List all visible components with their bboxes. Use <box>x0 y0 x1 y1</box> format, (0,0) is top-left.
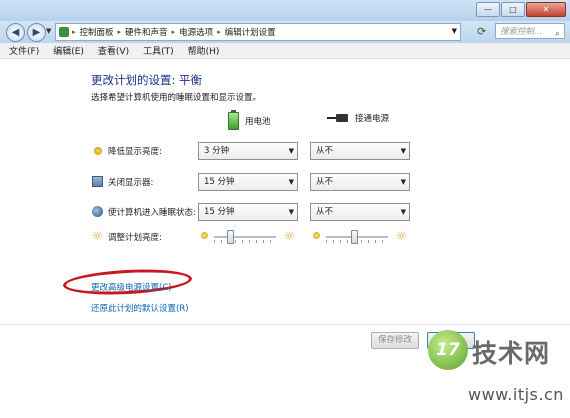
address-bar[interactable]: ▸ 控制面板 ▸ 硬件和声音 ▸ 电源选项 ▸ 编辑计划设置 ▼ <box>55 23 461 41</box>
turn-off-display-battery-select[interactable]: 15 分钟 ▼ <box>198 173 298 191</box>
search-icon[interactable]: ⌕ <box>555 26 560 42</box>
watermark-logo: 17 <box>428 330 468 370</box>
column-battery-label: 用电池 <box>245 117 271 127</box>
column-battery: 用电池 <box>228 110 271 130</box>
monitor-icon <box>92 176 103 187</box>
refresh-button[interactable]: ⟳ <box>477 25 486 38</box>
menu-edit[interactable]: 编辑(E) <box>53 44 84 57</box>
watermark-url: www.itjs.cn <box>468 385 564 404</box>
chevron-down-icon: ▼ <box>400 147 406 155</box>
sleep-plugged-select[interactable]: 从不 ▼ <box>310 203 410 221</box>
select-value: 3 分钟 <box>204 146 230 156</box>
close-button[interactable]: ✕ <box>526 2 566 17</box>
breadcrumb-power-options[interactable]: 电源选项 <box>175 26 217 38</box>
title-bar: — □ ✕ <box>0 0 570 21</box>
menu-view[interactable]: 查看(V) <box>98 44 129 57</box>
select-value: 15 分钟 <box>204 207 235 217</box>
plug-icon <box>327 114 349 122</box>
chevron-down-icon: ▼ <box>288 208 294 216</box>
setting-row-dim-display: 降低显示亮度: 3 分钟 ▼ 从不 ▼ <box>91 142 421 160</box>
brightness-max-icon: ☼ <box>396 229 407 243</box>
chevron-down-icon: ▼ <box>400 178 406 186</box>
recent-pages-dropdown[interactable]: ▼ <box>46 27 51 35</box>
menu-bar: 文件(F) 编辑(E) 查看(V) 工具(T) 帮助(H) <box>0 43 570 59</box>
minimize-button[interactable]: — <box>476 2 500 17</box>
control-panel-icon <box>59 27 69 37</box>
back-button[interactable]: ◀ <box>6 23 25 42</box>
menu-file[interactable]: 文件(F) <box>9 44 39 57</box>
setting-row-sleep: 使计算机进入睡眠状态: 15 分钟 ▼ 从不 ▼ <box>91 203 421 221</box>
sleep-battery-select[interactable]: 15 分钟 ▼ <box>198 203 298 221</box>
chevron-down-icon: ▼ <box>400 208 406 216</box>
slider-thumb[interactable] <box>226 230 234 244</box>
column-plugged-label: 接通电源 <box>355 114 390 124</box>
setting-label: 降低显示亮度: <box>108 147 162 157</box>
maximize-button[interactable]: □ <box>501 2 525 17</box>
turn-off-display-plugged-select[interactable]: 从不 ▼ <box>310 173 410 191</box>
dim-display-plugged-select[interactable]: 从不 ▼ <box>310 142 410 160</box>
column-plugged-in: 接通电源 <box>327 112 389 124</box>
address-row: ◀ ▶ ▼ ▸ 控制面板 ▸ 硬件和声音 ▸ 电源选项 ▸ 编辑计划设置 ▼ ⟳… <box>0 21 570 43</box>
restore-defaults-link[interactable]: 还原此计划的默认设置(R) <box>91 302 189 314</box>
select-value: 从不 <box>316 146 334 156</box>
breadcrumb-edit-plan[interactable]: 编辑计划设置 <box>221 26 280 38</box>
breadcrumb-control-panel[interactable]: 控制面板 <box>76 26 118 38</box>
menu-tools[interactable]: 工具(T) <box>143 44 174 57</box>
search-placeholder: 搜索控制... <box>500 27 543 37</box>
select-value: 15 分钟 <box>204 177 235 187</box>
brightness-plugged-slider[interactable]: ☼ <box>310 228 410 246</box>
battery-icon <box>228 110 239 130</box>
slider-ticks <box>214 240 276 243</box>
menu-help[interactable]: 帮助(H) <box>188 44 220 57</box>
sleep-icon <box>92 206 103 217</box>
brightness-min-icon <box>201 232 208 239</box>
setting-label: 关闭显示器: <box>108 178 154 188</box>
breadcrumb-hardware-sound[interactable]: 硬件和声音 <box>121 26 172 38</box>
brightness-battery-slider[interactable]: ☼ <box>198 228 298 246</box>
brightness-icon: ☼ <box>92 229 103 243</box>
page-title: 更改计划的设置: 平衡 <box>91 73 203 87</box>
slider-track[interactable] <box>214 236 276 239</box>
brightness-min-icon <box>313 232 320 239</box>
address-dropdown-icon[interactable]: ▼ <box>452 27 457 35</box>
dim-display-battery-select[interactable]: 3 分钟 ▼ <box>198 142 298 160</box>
save-changes-button[interactable]: 保存修改 <box>371 332 419 349</box>
select-value: 从不 <box>316 207 334 217</box>
setting-label: 调整计划亮度: <box>108 233 162 243</box>
site-watermark: 17 技术网 www.itjs.cn <box>418 322 570 417</box>
search-input[interactable]: 搜索控制... ⌕ <box>495 23 565 39</box>
dim-display-icon <box>94 147 102 155</box>
setting-row-turn-off-display: 关闭显示器: 15 分钟 ▼ 从不 ▼ <box>91 173 421 191</box>
brightness-max-icon: ☼ <box>284 229 295 243</box>
plan-settings-panel: 更改计划的设置: 平衡 选择希望计算机使用的睡眠设置和显示设置。 用电池 接通电… <box>0 59 570 418</box>
select-value: 从不 <box>316 177 334 187</box>
watermark-title: 技术网 <box>472 339 551 368</box>
page-description: 选择希望计算机使用的睡眠设置和显示设置。 <box>91 93 262 103</box>
chevron-down-icon: ▼ <box>288 147 294 155</box>
forward-button[interactable]: ▶ <box>27 23 46 42</box>
advanced-settings-link[interactable]: 更改高级电源设置(C) <box>91 281 172 293</box>
setting-row-brightness: ☼ 调整计划亮度: ☼ ☼ <box>91 228 421 246</box>
setting-label: 使计算机进入睡眠状态: <box>108 208 196 218</box>
slider-thumb[interactable] <box>350 230 358 244</box>
chevron-down-icon: ▼ <box>288 178 294 186</box>
window-controls: — □ ✕ <box>476 2 566 17</box>
